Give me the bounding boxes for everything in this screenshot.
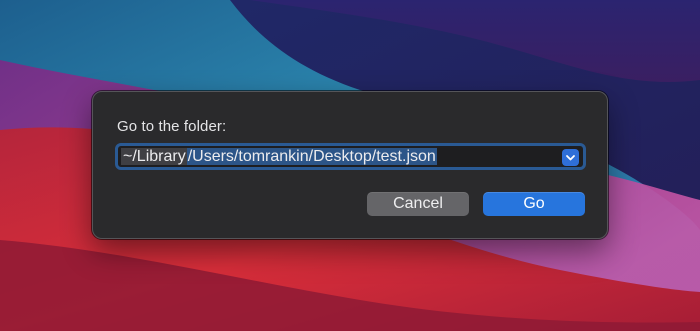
cancel-button[interactable]: Cancel <box>367 192 469 216</box>
path-selected-text: /Users/tomrankin/Desktop/test.json <box>186 148 437 165</box>
go-button[interactable]: Go <box>483 192 585 216</box>
chevron-down-icon <box>566 155 575 161</box>
dialog-prompt-label: Go to the folder: <box>117 118 227 135</box>
folder-path-input[interactable]: ~/Library/Users/tomrankin/Desktop/test.j… <box>115 143 586 170</box>
path-history-dropdown-button[interactable] <box>562 149 579 166</box>
go-to-folder-dialog: Go to the folder: ~/Library/Users/tomran… <box>92 91 608 239</box>
folder-path-text[interactable]: ~/Library/Users/tomrankin/Desktop/test.j… <box>121 147 437 167</box>
desktop: Go to the folder: ~/Library/Users/tomran… <box>0 0 700 331</box>
path-prefix-text: ~/Library <box>121 148 187 165</box>
